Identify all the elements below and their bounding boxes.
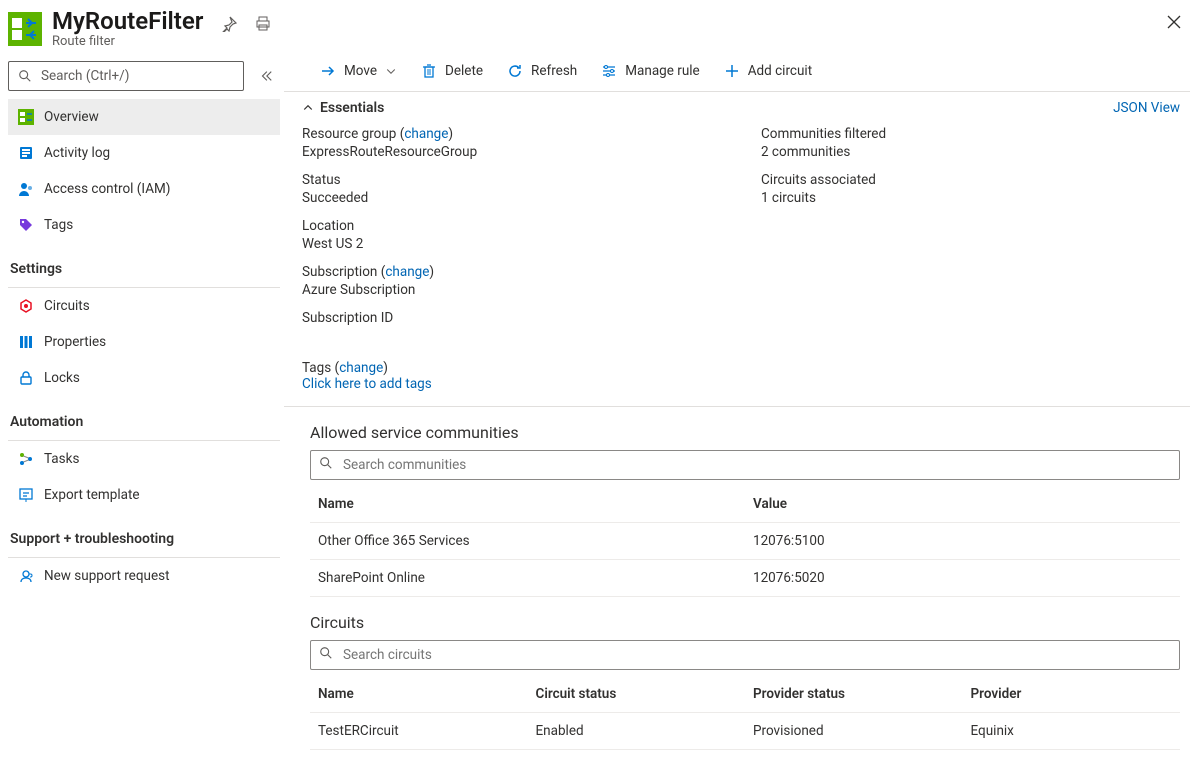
close-button[interactable]	[1164, 12, 1184, 32]
column-header[interactable]: Circuit status	[528, 676, 746, 713]
column-header[interactable]: Provider	[963, 676, 1181, 713]
delete-button[interactable]: Delete	[411, 57, 493, 85]
lock-icon	[18, 370, 34, 386]
sidebar-group-settings: Settings	[8, 243, 280, 283]
route-filter-icon	[18, 109, 34, 125]
circuits-section: Circuits Name Circuit status Provider st…	[284, 597, 1190, 750]
activity-log-icon	[18, 145, 34, 161]
add-tags-link[interactable]: Click here to add tags	[302, 376, 1180, 392]
button-label: Add circuit	[748, 63, 812, 79]
table-row[interactable]: SharePoint Online 12076:5020	[310, 560, 1180, 597]
essentials-subscription-id: Subscription ID	[302, 310, 721, 328]
sidebar: Overview Activity log Access control (IA…	[0, 53, 284, 763]
communities-search-input[interactable]	[341, 456, 1171, 474]
chevron-down-icon	[385, 65, 397, 77]
sidebar-group-support: Support + troubleshooting	[8, 513, 280, 553]
sidebar-item-label: Locks	[44, 370, 80, 386]
communities-section: Allowed service communities Name Value O…	[284, 407, 1190, 597]
essentials-section: Essentials JSON View Resource group (cha…	[284, 92, 1190, 400]
communities-table: Name Value Other Office 365 Services 120…	[310, 486, 1180, 597]
column-header[interactable]: Provider status	[745, 676, 963, 713]
support-icon	[18, 568, 34, 584]
essentials-label: Essentials	[320, 100, 384, 116]
toolbar: Move Delete Refresh Manage rule A	[284, 53, 1190, 92]
essentials-resource-group: Resource group (change) ExpressRouteReso…	[302, 126, 721, 160]
sidebar-item-label: Tags	[44, 217, 73, 233]
page-subtitle: Route filter	[52, 34, 203, 49]
circuits-title: Circuits	[310, 613, 1180, 632]
essentials-subscription: Subscription (change) Azure Subscription	[302, 264, 721, 298]
search-icon	[319, 646, 333, 664]
sidebar-item-label: Export template	[44, 487, 140, 503]
button-label: Refresh	[531, 63, 577, 79]
sidebar-item-locks[interactable]: Locks	[8, 360, 280, 396]
column-header[interactable]: Name	[310, 486, 745, 523]
refresh-button[interactable]: Refresh	[497, 57, 587, 85]
pin-button[interactable]	[219, 14, 239, 34]
communities-search[interactable]	[310, 450, 1180, 480]
print-button[interactable]	[253, 14, 273, 34]
add-circuit-button[interactable]: Add circuit	[714, 57, 822, 85]
sidebar-group-automation: Automation	[8, 396, 280, 436]
change-resource-group-link[interactable]: change	[404, 126, 448, 142]
sidebar-item-label: Circuits	[44, 298, 90, 314]
sidebar-item-label: Overview	[44, 109, 99, 125]
main-content: Move Delete Refresh Manage rule A	[284, 53, 1200, 763]
sidebar-item-activity-log[interactable]: Activity log	[8, 135, 280, 171]
sidebar-item-label: Access control (IAM)	[44, 181, 171, 197]
resource-group-link[interactable]: ExpressRouteResourceGroup	[302, 144, 721, 160]
manage-rule-button[interactable]: Manage rule	[591, 57, 709, 85]
circuits-icon	[18, 298, 34, 314]
tag-icon	[18, 217, 34, 233]
sidebar-item-label: New support request	[44, 568, 170, 584]
column-header[interactable]: Value	[745, 486, 1180, 523]
column-header[interactable]: Name	[310, 676, 528, 713]
essentials-circuits-associated: Circuits associated 1 circuits	[761, 172, 1180, 206]
move-button[interactable]: Move	[310, 57, 407, 85]
sidebar-search-input[interactable]	[39, 67, 235, 85]
route-filter-resource-icon	[8, 12, 42, 46]
button-label: Move	[344, 63, 377, 79]
page-title: MyRouteFilter	[52, 8, 203, 34]
communities-title: Allowed service communities	[310, 423, 1180, 442]
sidebar-item-properties[interactable]: Properties	[8, 324, 280, 360]
essentials-communities-filtered: Communities filtered 2 communities	[761, 126, 1180, 160]
sidebar-item-circuits[interactable]: Circuits	[8, 288, 280, 324]
essentials-tags: Tags (change) Click here to add tags	[302, 340, 1180, 392]
sidebar-item-label: Tasks	[44, 451, 79, 467]
json-view-link[interactable]: JSON View	[1113, 100, 1180, 116]
search-icon	[17, 68, 33, 84]
access-control-icon	[18, 181, 34, 197]
chevron-up-icon	[302, 102, 314, 114]
sidebar-item-tags[interactable]: Tags	[8, 207, 280, 243]
properties-icon	[18, 334, 34, 350]
export-template-icon	[18, 487, 34, 503]
page-header: MyRouteFilter Route filter	[0, 0, 1200, 53]
circuits-search-input[interactable]	[341, 646, 1171, 664]
sidebar-item-access-control[interactable]: Access control (IAM)	[8, 171, 280, 207]
sidebar-item-overview[interactable]: Overview	[8, 99, 280, 135]
subscription-link[interactable]: Azure Subscription	[302, 282, 721, 298]
button-label: Delete	[445, 63, 483, 79]
tasks-icon	[18, 451, 34, 467]
circuits-search[interactable]	[310, 640, 1180, 670]
change-subscription-link[interactable]: change	[385, 264, 429, 280]
sidebar-item-export-template[interactable]: Export template	[8, 477, 280, 513]
circuits-table: Name Circuit status Provider status Prov…	[310, 676, 1180, 750]
essentials-status: Status Succeeded	[302, 172, 721, 206]
sidebar-item-label: Properties	[44, 334, 106, 350]
sidebar-item-label: Activity log	[44, 145, 110, 161]
sidebar-search[interactable]	[8, 61, 244, 91]
sidebar-item-tasks[interactable]: Tasks	[8, 441, 280, 477]
change-tags-link[interactable]: change	[339, 360, 383, 376]
sidebar-item-new-support-request[interactable]: New support request	[8, 558, 280, 594]
table-row[interactable]: Other Office 365 Services 12076:5100	[310, 523, 1180, 560]
table-row[interactable]: TestERCircuit Enabled Provisioned Equini…	[310, 713, 1180, 750]
collapse-sidebar-button[interactable]	[252, 69, 280, 83]
essentials-toggle[interactable]: Essentials	[302, 100, 384, 116]
essentials-location: Location West US 2	[302, 218, 721, 252]
search-icon	[319, 456, 333, 474]
button-label: Manage rule	[625, 63, 699, 79]
